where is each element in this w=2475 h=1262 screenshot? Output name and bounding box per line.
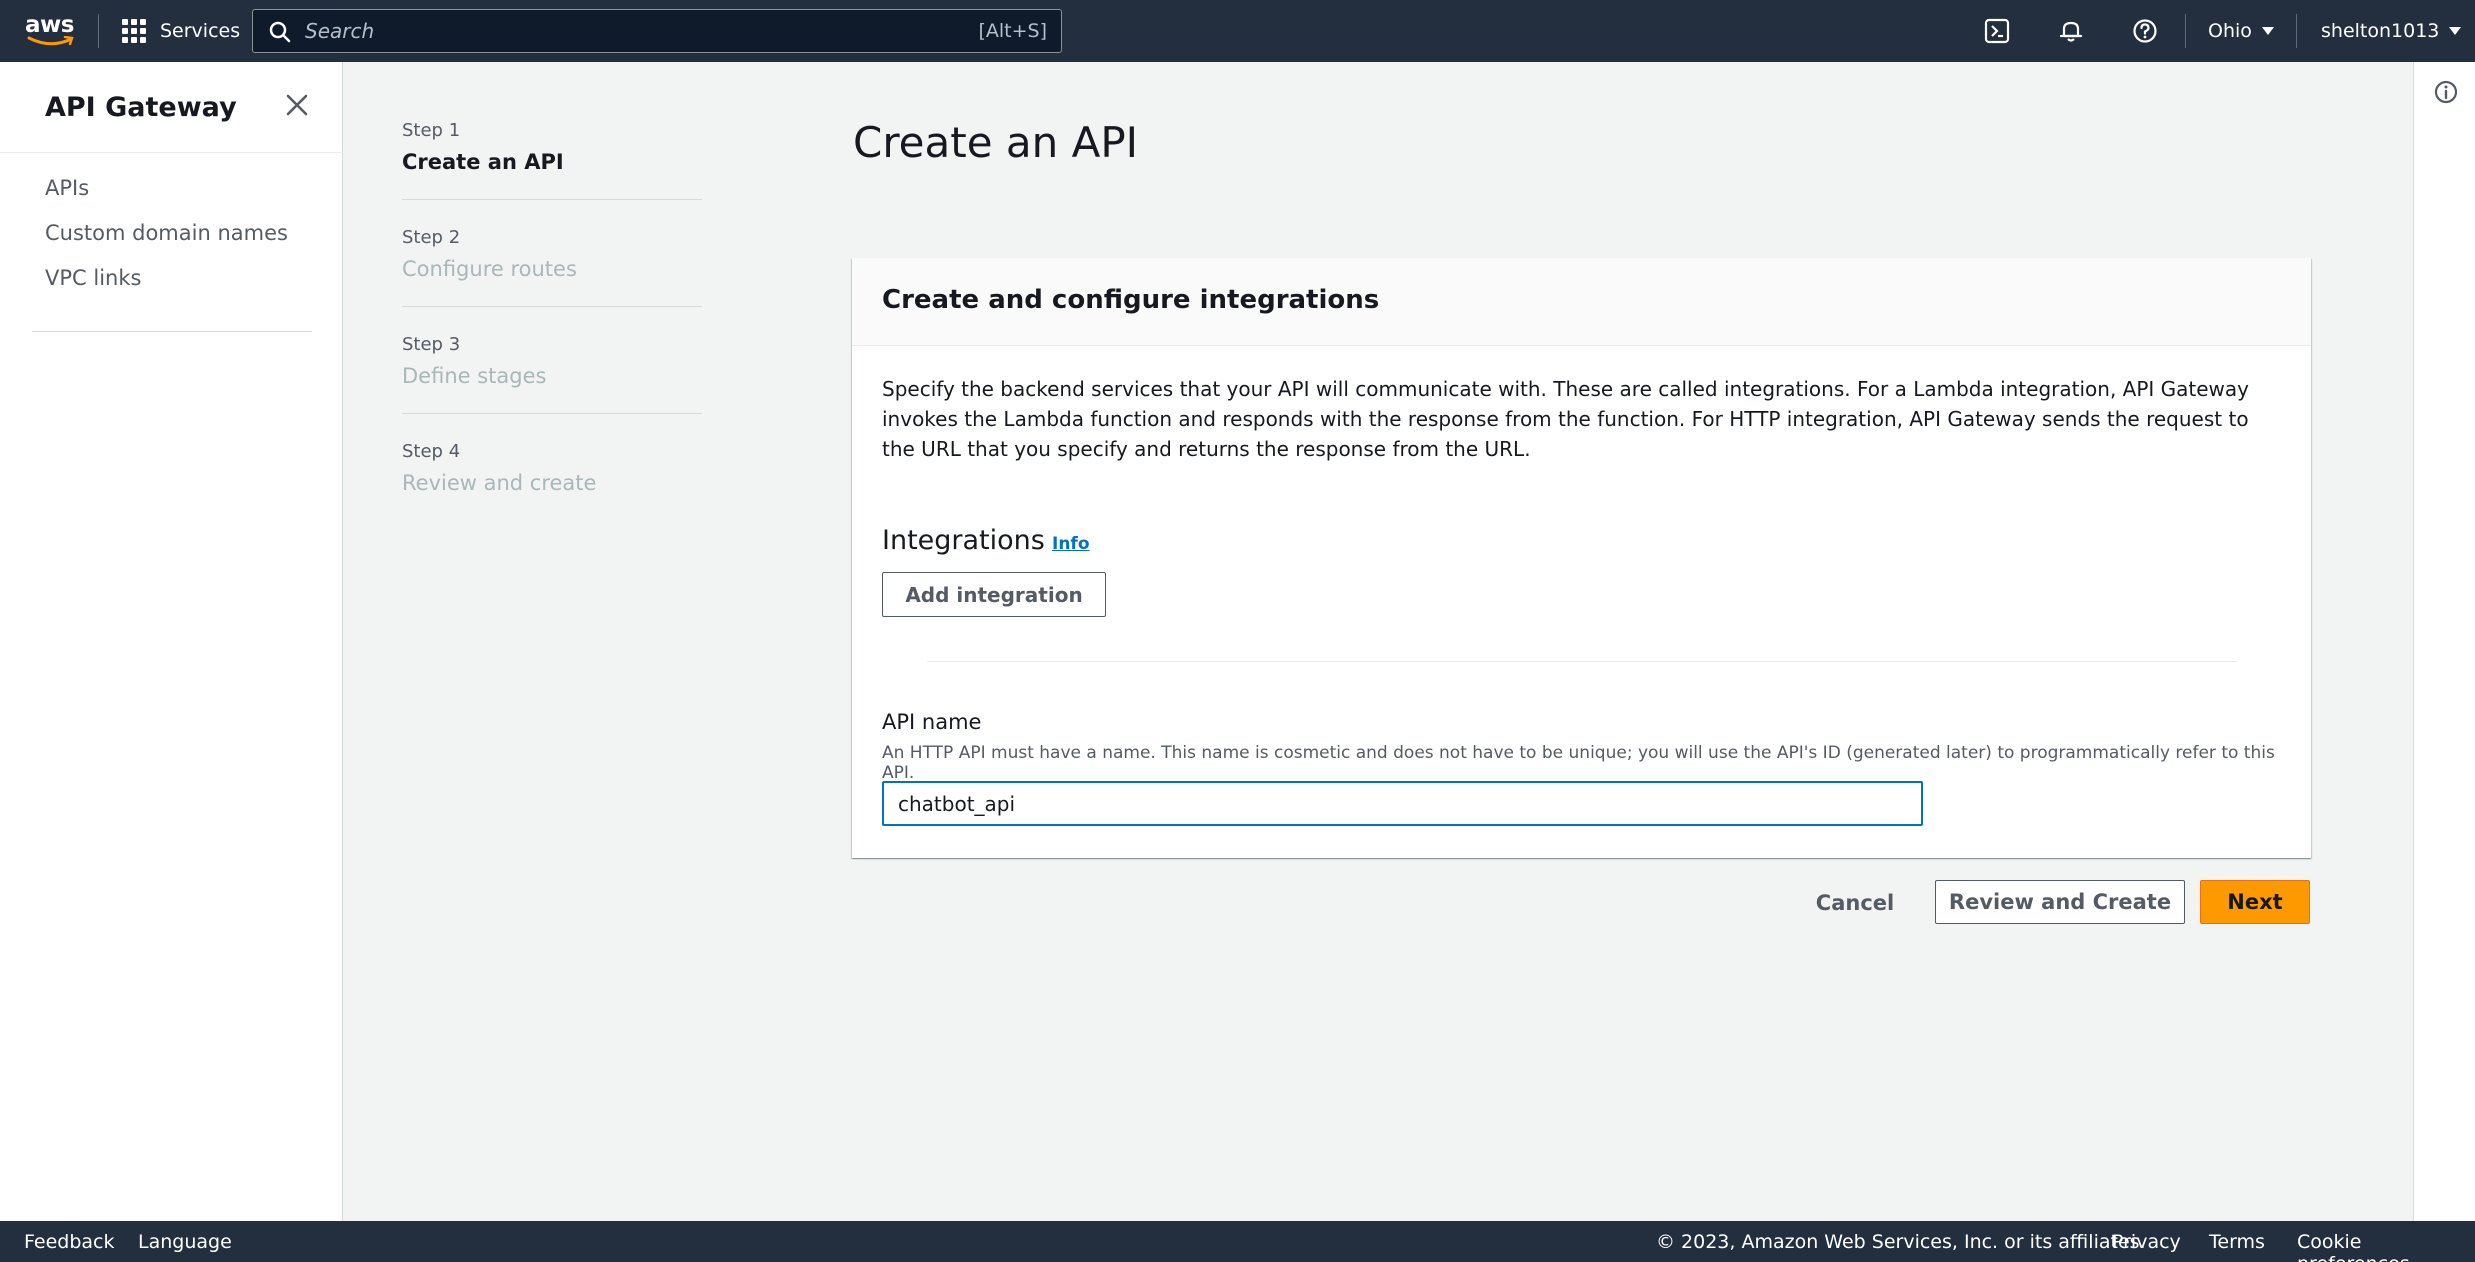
next-button[interactable]: Next	[2200, 880, 2310, 924]
nav-divider	[2296, 14, 2297, 48]
region-selector[interactable]: Ohio	[2208, 0, 2274, 62]
step-name: Configure routes	[402, 257, 577, 281]
grid-icon	[122, 19, 146, 43]
footer-terms-link[interactable]: Terms	[2209, 1231, 2265, 1253]
step-name: Review and create	[402, 471, 597, 495]
info-link[interactable]: Info	[1052, 534, 1090, 554]
aws-smile-icon	[27, 36, 74, 46]
nav-divider	[2185, 14, 2186, 48]
wizard-step-2: Step 2 Configure routes	[402, 227, 702, 281]
caret-down-icon	[2449, 27, 2462, 35]
close-icon[interactable]	[282, 90, 312, 120]
step-number: Step 2	[402, 227, 461, 248]
tools-panel-rail	[2413, 62, 2475, 1221]
footer-privacy-link[interactable]: Privacy	[2112, 1231, 2181, 1253]
add-integration-button[interactable]: Add integration	[882, 572, 1106, 617]
step-number: Step 3	[402, 334, 461, 355]
side-navigation: API Gateway APIs Custom domain names VPC…	[0, 62, 343, 1221]
help-icon	[2133, 19, 2157, 43]
panel-divider	[927, 661, 2237, 662]
services-label: Services	[160, 20, 241, 42]
search-box[interactable]: [Alt+S]	[252, 9, 1062, 53]
sidebar-divider	[32, 331, 312, 332]
page-title: Create an API	[853, 118, 1139, 167]
aws-logo[interactable]: aws	[25, 12, 75, 50]
step-number: Step 1	[402, 120, 461, 141]
cancel-button[interactable]: Cancel	[1800, 881, 1910, 925]
step-divider	[402, 413, 702, 414]
region-label: Ohio	[2208, 20, 2252, 42]
account-label: shelton1013	[2321, 20, 2440, 42]
services-menu-button[interactable]: Services	[122, 0, 240, 62]
sidebar-title[interactable]: API Gateway	[45, 92, 237, 123]
info-icon[interactable]	[2434, 80, 2458, 104]
top-navigation: aws Services [Alt+S]	[0, 0, 2475, 62]
account-menu[interactable]: shelton1013	[2321, 0, 2462, 62]
nav-divider	[98, 14, 99, 48]
aws-logo-text: aws	[25, 12, 74, 38]
caret-down-icon	[2261, 27, 2274, 35]
step-name: Define stages	[402, 364, 547, 388]
search-input[interactable]	[305, 16, 905, 46]
panel-header: Create and configure integrations	[852, 258, 2311, 346]
search-icon	[269, 21, 291, 43]
wizard-step-1[interactable]: Step 1 Create an API	[402, 120, 702, 174]
api-name-description: An HTTP API must have a name. This name …	[882, 743, 2275, 783]
footer-language-link[interactable]: Language	[138, 1231, 232, 1253]
footer-cookie-preferences-link[interactable]: Cookie preferences	[2297, 1231, 2475, 1262]
footer-copyright: © 2023, Amazon Web Services, Inc. or its…	[1656, 1231, 2146, 1253]
help-button[interactable]	[2130, 16, 2160, 46]
bell-icon	[2059, 21, 2083, 42]
panel-description: Specify the backend services that your A…	[882, 377, 2250, 461]
integrations-panel: Create and configure integrations Specif…	[852, 258, 2311, 858]
sidebar-divider	[0, 152, 343, 153]
panel-title: Create and configure integrations	[882, 285, 1380, 315]
step-divider	[402, 306, 702, 307]
sidebar-item-vpc-links[interactable]: VPC links	[45, 266, 141, 290]
sidebar-item-custom-domain-names[interactable]: Custom domain names	[45, 221, 288, 245]
footer: Feedback Language © 2023, Amazon Web Ser…	[0, 1221, 2475, 1262]
notifications-button[interactable]	[2056, 16, 2086, 46]
step-number: Step 4	[402, 441, 461, 462]
integrations-heading: Integrations	[882, 525, 1045, 556]
api-name-label: API name	[882, 710, 982, 734]
step-name: Create an API	[402, 150, 564, 174]
cloudshell-button[interactable]	[1982, 16, 2012, 46]
wizard-step-4: Step 4 Review and create	[402, 441, 702, 495]
review-and-create-button[interactable]: Review and Create	[1935, 880, 2185, 924]
wizard-step-3: Step 3 Define stages	[402, 334, 702, 388]
cloudshell-icon	[1984, 18, 2010, 44]
sidebar-item-apis[interactable]: APIs	[45, 176, 89, 200]
footer-feedback-link[interactable]: Feedback	[24, 1231, 114, 1253]
step-divider	[402, 199, 702, 200]
search-shortcut-hint: [Alt+S]	[978, 20, 1047, 42]
api-name-input[interactable]	[882, 781, 1923, 826]
